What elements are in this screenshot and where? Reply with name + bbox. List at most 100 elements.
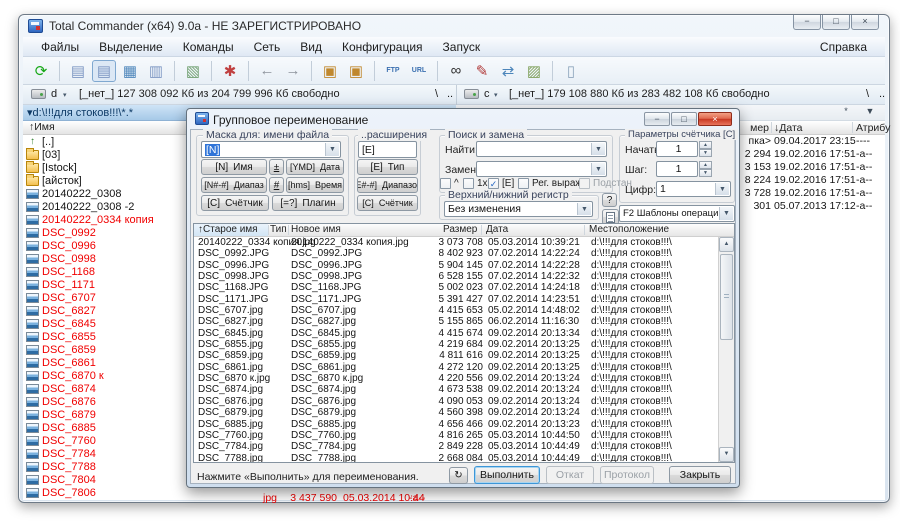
new-name-column-header[interactable]: Новое имя — [291, 224, 341, 235]
ext-range-button[interactable]: [E#-#]Диапазон — [357, 177, 418, 193]
notepad-icon[interactable]: ▯ — [559, 60, 583, 82]
preview-row[interactable]: DSC_0998.JPGDSC_0998.JPG6 528 15507.02.2… — [194, 271, 718, 282]
refresh-icon[interactable]: ⟳ — [29, 60, 53, 82]
preview-row[interactable]: 20140222_0334 копия.jpg20140222_0334 коп… — [194, 237, 718, 248]
brief-view-icon[interactable]: ▤ — [66, 60, 90, 82]
date-column-header[interactable]: ↓Дата — [774, 122, 803, 134]
size-column-header[interactable]: Размер — [443, 224, 477, 235]
preview-row[interactable]: DSC_1171.JPGDSC_1171.JPG5 391 42707.02.2… — [194, 294, 718, 305]
right-root-button[interactable]: \ — [866, 88, 869, 100]
checkbox-Рег. выраж.[interactable]: Рег. выраж. — [518, 178, 585, 189]
right-up-button[interactable]: .. — [879, 88, 885, 100]
old-name-column-header[interactable]: ↑Старое имя — [198, 224, 258, 235]
scrollbar-thumb[interactable] — [720, 254, 733, 340]
counter-digits-combo[interactable]: 1 ▼ — [656, 181, 731, 197]
menu-item-Вид[interactable]: Вид — [290, 37, 332, 57]
left-up-button[interactable]: .. — [447, 88, 453, 100]
chevron-down-icon[interactable]: ▼ — [719, 207, 733, 220]
spin-down-icon[interactable]: ▼ — [699, 169, 712, 177]
checkbox-box[interactable] — [518, 178, 529, 189]
unpack-files-icon[interactable]: ▣ — [344, 60, 368, 82]
checkbox-[E][interactable]: ✓[E] — [488, 178, 514, 189]
compare-dirs-icon[interactable]: ▧ — [181, 60, 205, 82]
mask-range-button[interactable]: [N#-#]Диапаз — [201, 177, 267, 193]
menu-item-Файлы[interactable]: Файлы — [31, 37, 89, 57]
dialog-close-button[interactable]: × — [698, 112, 732, 126]
preview-row[interactable]: DSC_6827.jpgDSC_6827.jpg5 155 86506.02.2… — [194, 316, 718, 327]
column-divider[interactable] — [288, 225, 289, 235]
scroll-down-icon[interactable]: ▼ — [719, 447, 734, 462]
drive-d-letter[interactable]: d — [51, 88, 57, 100]
counter-step-input[interactable]: 1 — [656, 161, 698, 177]
extension-mask-input[interactable]: [E] — [358, 141, 417, 158]
checkbox-^[interactable]: ^ — [440, 178, 459, 189]
mask-plugin-button[interactable]: [=?]Плагин — [272, 195, 344, 211]
ftp-url-icon[interactable]: URL — [407, 60, 431, 82]
left-root-button[interactable]: \ — [435, 88, 438, 100]
chevron-down-icon[interactable]: ▼ — [577, 203, 591, 215]
mask-plusminus-button[interactable]: ± — [269, 159, 284, 175]
location-column-header[interactable]: Местоположение — [589, 224, 669, 235]
help-button[interactable]: ? — [602, 193, 617, 207]
preview-row[interactable]: DSC_6879.jpgDSC_6879.jpg4 560 39809.02.2… — [194, 407, 718, 418]
ext-counter-button[interactable]: [C]Счётчик — [357, 195, 418, 211]
find-input[interactable]: ▼ — [476, 141, 607, 157]
reload-button[interactable]: ↻ — [449, 467, 468, 484]
chevron-down-icon[interactable]: ▼ — [591, 163, 605, 175]
back-icon[interactable]: ← — [255, 60, 279, 82]
preview-row[interactable]: DSC_1168.JPGDSC_1168.JPG5 002 02307.02.2… — [194, 282, 718, 293]
checkbox-box[interactable] — [463, 178, 474, 189]
thumbnails-view-icon[interactable]: ▦ — [118, 60, 142, 82]
preview-row[interactable]: DSC_7788.jpgDSC_7788.jpg2 668 08405.03.2… — [194, 453, 718, 462]
preview-row[interactable]: DSC_7784.jpgDSC_7784.jpg2 849 22805.03.2… — [194, 441, 718, 452]
preview-scrollbar[interactable]: ▲ ▼ — [718, 237, 734, 462]
copy-info-icon[interactable]: ▨ — [522, 60, 546, 82]
preview-row[interactable]: DSC_6861.jpgDSC_6861.jpg4 272 12009.02.2… — [194, 362, 718, 373]
favorites-button[interactable]: * — [837, 106, 855, 116]
menu-item-Команды[interactable]: Команды — [173, 37, 244, 57]
preview-row[interactable]: DSC_6874.jpgDSC_6874.jpg4 673 53809.02.2… — [194, 384, 718, 395]
mask-counter-button[interactable]: [C]Счётчик — [201, 195, 269, 211]
search-icon[interactable]: ∞ — [444, 60, 468, 82]
preview-row[interactable]: DSC_7760.jpgDSC_7760.jpg4 816 26505.03.2… — [194, 430, 718, 441]
checkbox-box[interactable] — [440, 178, 451, 189]
counter-start-stepper[interactable]: ▲▼ — [699, 141, 712, 157]
preview-row[interactable]: DSC_6870 к.jpgDSC_6870 к.jpg4 220 55609.… — [194, 373, 718, 384]
show-all-files-icon[interactable]: ✱ — [218, 60, 242, 82]
menu-item-Сеть[interactable]: Сеть — [244, 37, 291, 57]
column-divider[interactable] — [268, 225, 269, 235]
close-button[interactable]: × — [851, 15, 879, 30]
chevron-down-icon[interactable]: ▼ — [715, 183, 729, 195]
full-view-icon[interactable]: ▤ — [92, 60, 116, 82]
spin-down-icon[interactable]: ▼ — [699, 149, 712, 157]
checkbox-1x[interactable]: 1x — [463, 178, 488, 189]
column-divider[interactable] — [584, 225, 585, 235]
spin-up-icon[interactable]: ▲ — [699, 141, 712, 149]
execute-button[interactable]: Выполнить — [474, 466, 540, 484]
scroll-up-icon[interactable]: ▲ — [719, 237, 734, 252]
preview-row[interactable]: DSC_6707.jpgDSC_6707.jpg4 415 65305.02.2… — [194, 305, 718, 316]
attr-column-header[interactable]: Атрибу — [856, 122, 890, 134]
drive-c-dropdown-icon[interactable]: ▾ — [494, 91, 498, 99]
forward-icon[interactable]: → — [281, 60, 305, 82]
preview-row[interactable]: DSC_0996.JPGDSC_0996.JPG5 904 14507.02.2… — [194, 260, 718, 271]
checkbox-box[interactable] — [579, 178, 590, 189]
templates-combo[interactable]: F2 Шаблоны операции ▼ — [619, 205, 735, 222]
multi-rename-icon[interactable]: ✎ — [470, 60, 494, 82]
preview-row[interactable]: DSC_6855.jpgDSC_6855.jpg4 219 68409.02.2… — [194, 339, 718, 350]
ext-type-button[interactable]: [E]Тип — [357, 159, 418, 175]
column-divider[interactable] — [852, 122, 853, 133]
close-dialog-button[interactable]: Закрыть — [669, 466, 731, 484]
date-column-header[interactable]: Дата — [486, 224, 508, 235]
preview-row[interactable]: DSC_6859.jpgDSC_6859.jpg4 811 61609.02.2… — [194, 350, 718, 361]
mask-time-button[interactable]: [hms]Время — [286, 177, 344, 193]
titlebar[interactable]: Total Commander (x64) 9.0a - НЕ ЗАРЕГИСТ… — [19, 15, 889, 37]
counter-start-input[interactable]: 1 — [656, 141, 698, 157]
preview-row[interactable]: DSC_6845.jpgDSC_6845.jpg4 415 67409.02.2… — [194, 328, 718, 339]
preview-row[interactable]: DSC_0992.JPGDSC_0992.JPG8 402 92307.02.2… — [194, 248, 718, 259]
type-column-header[interactable]: Тип — [270, 224, 287, 235]
replace-input[interactable]: ▼ — [476, 161, 607, 177]
menu-item-help[interactable]: Справка — [820, 40, 867, 54]
drive-d-dropdown-icon[interactable]: ▾ — [63, 91, 67, 99]
dialog-maximize-button[interactable]: □ — [671, 112, 697, 126]
